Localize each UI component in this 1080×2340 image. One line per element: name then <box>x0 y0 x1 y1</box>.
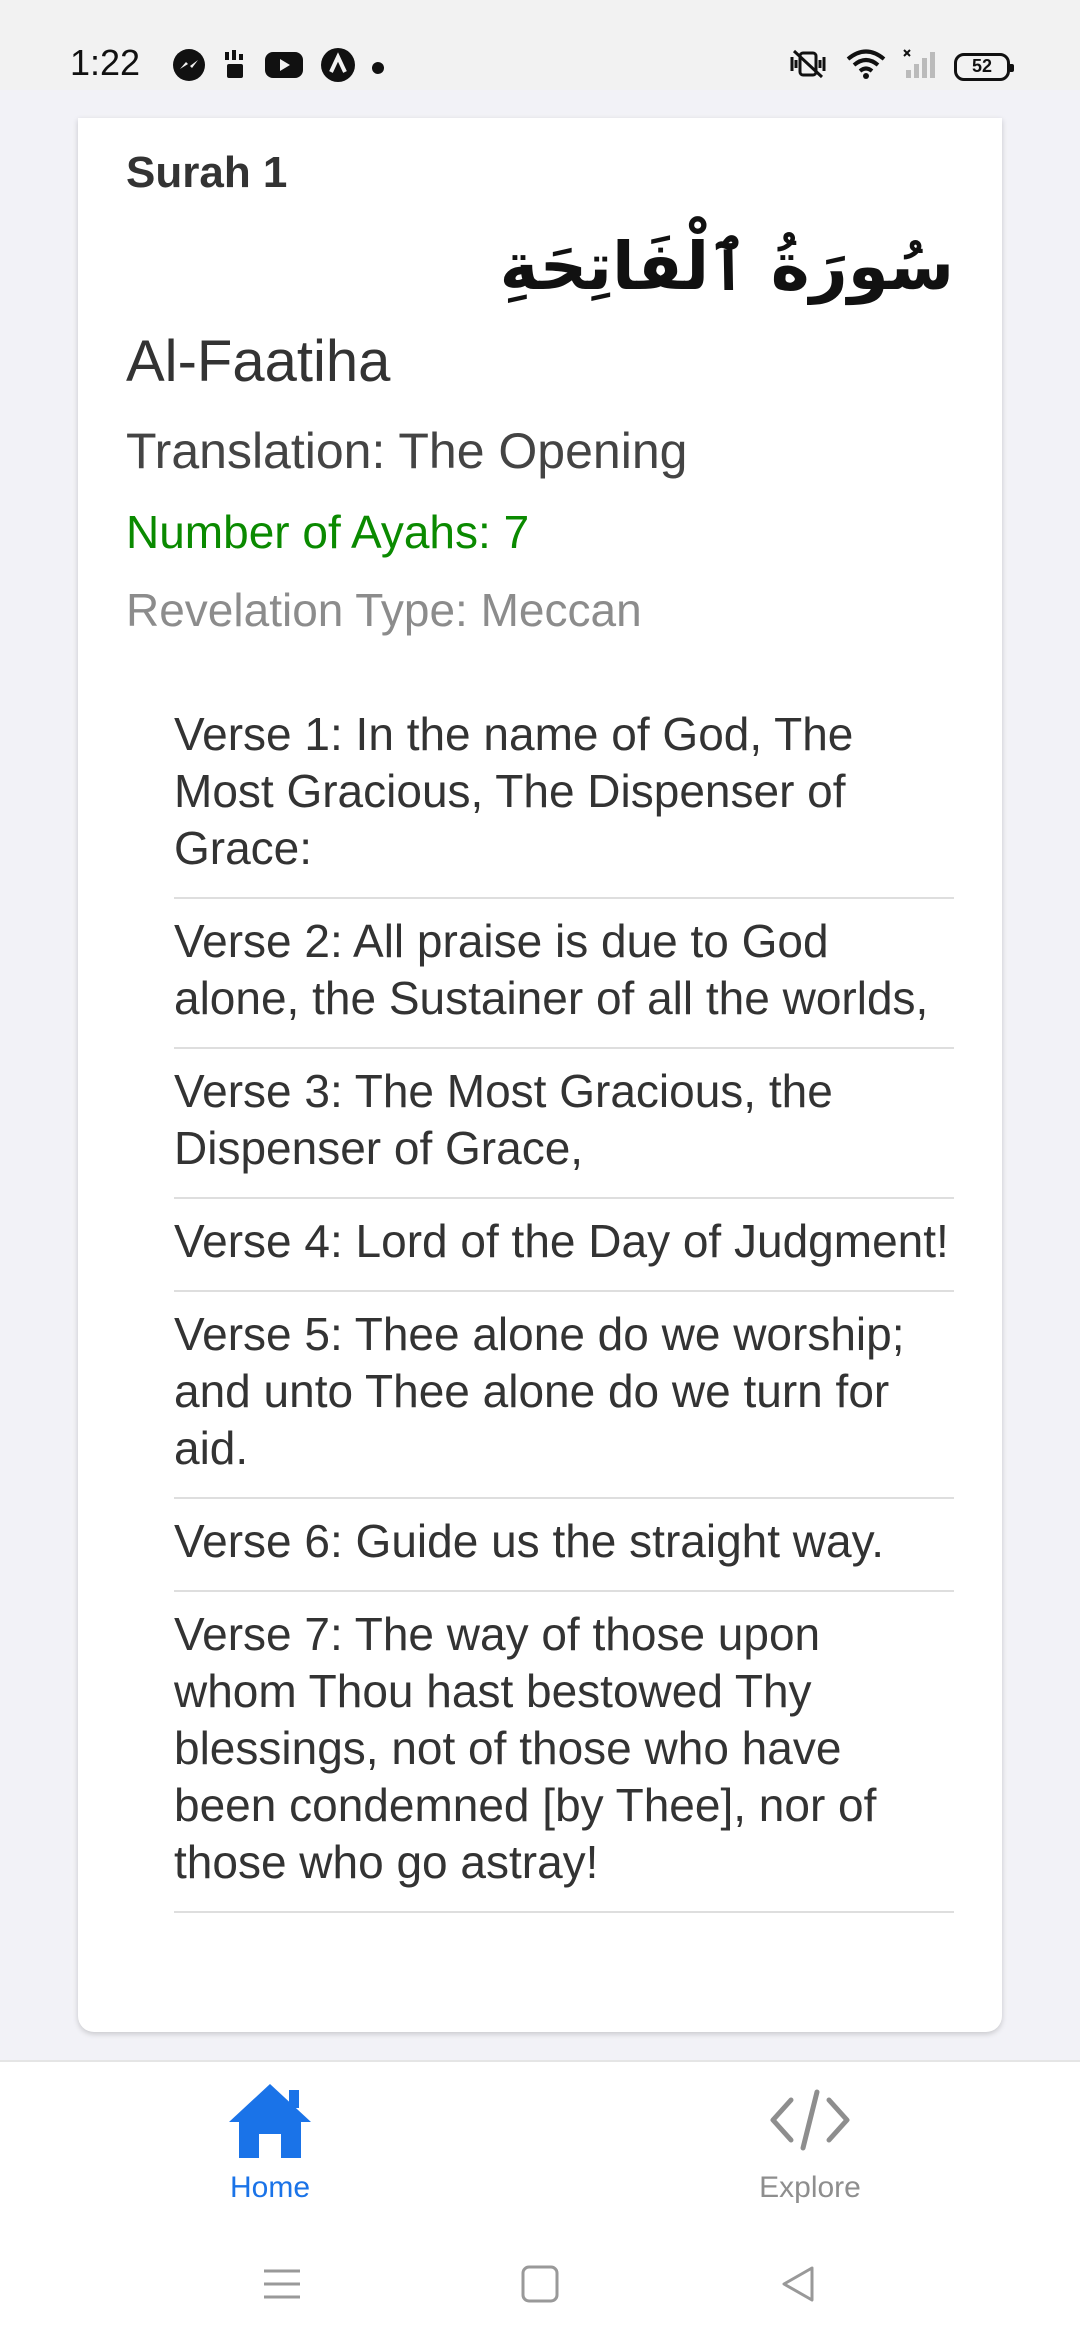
status-time: 1:22 <box>70 42 141 83</box>
verse-item: Verse 7: The way of those upon whom Thou… <box>174 1592 954 1913</box>
square-icon <box>520 2264 560 2309</box>
tab-explore-label: Explore <box>759 2171 861 2204</box>
recents-button[interactable] <box>252 2256 312 2316</box>
wifi-icon <box>846 48 886 85</box>
home-button[interactable] <box>510 2256 570 2316</box>
menu-icon <box>262 2267 302 2306</box>
bottom-tab-bar: Home Explore <box>0 2060 1080 2226</box>
sim-icon <box>222 48 248 87</box>
verse-item: Verse 2: All praise is due to God alone,… <box>174 899 954 1049</box>
vibrate-off-icon <box>786 47 830 86</box>
status-bar: 1:22 52 <box>0 0 1080 90</box>
verse-item: Verse 3: The Most Gracious, the Dispense… <box>174 1049 954 1199</box>
verse-list: Verse 1: In the name of God, The Most Gr… <box>174 698 954 1913</box>
surah-translation: Translation: The Opening <box>126 423 688 479</box>
messenger-icon <box>172 48 206 87</box>
verse-item: Verse 4: Lord of the Day of Judgment! <box>174 1199 954 1292</box>
surah-number-heading: Surah 1 <box>126 148 288 197</box>
app-a-icon <box>320 47 356 88</box>
revelation-type: Revelation Type: Meccan <box>126 584 642 636</box>
surah-arabic-name: سُورَةُ ٱلْفَاتِحَةِ <box>499 228 954 305</box>
tab-home[interactable]: Home <box>120 2080 420 2205</box>
status-notification-icons <box>172 47 384 88</box>
home-icon <box>227 2080 313 2165</box>
ayah-count: Number of Ayahs: 7 <box>126 506 530 558</box>
system-navigation-bar <box>0 2226 1080 2340</box>
surah-card: Surah 1 سُورَةُ ٱلْفَاتِحَةِ Al-Faatiha … <box>78 118 1002 2032</box>
verse-item: Verse 5: Thee alone do we worship; and u… <box>174 1292 954 1499</box>
back-button[interactable] <box>768 2256 828 2316</box>
battery-icon: 52 <box>954 52 1014 81</box>
status-system-icons: 52 <box>786 47 1014 86</box>
signal-icon <box>902 48 938 85</box>
tab-home-label: Home <box>229 2171 311 2204</box>
verse-item: Verse 1: In the name of God, The Most Gr… <box>174 698 954 899</box>
surah-detail-scroll[interactable]: Surah 1 سُورَةُ ٱلْفَاتِحَةِ Al-Faatiha … <box>0 90 1080 2060</box>
surah-english-name: Al-Faatiha <box>126 329 391 394</box>
code-icon <box>767 2080 853 2165</box>
tab-explore[interactable]: Explore <box>660 2080 960 2205</box>
verse-item: Verse 6: Guide us the straight way. <box>174 1499 954 1592</box>
youtube-icon <box>264 50 304 85</box>
notification-dot <box>372 61 384 74</box>
back-triangle-icon <box>778 2264 818 2309</box>
